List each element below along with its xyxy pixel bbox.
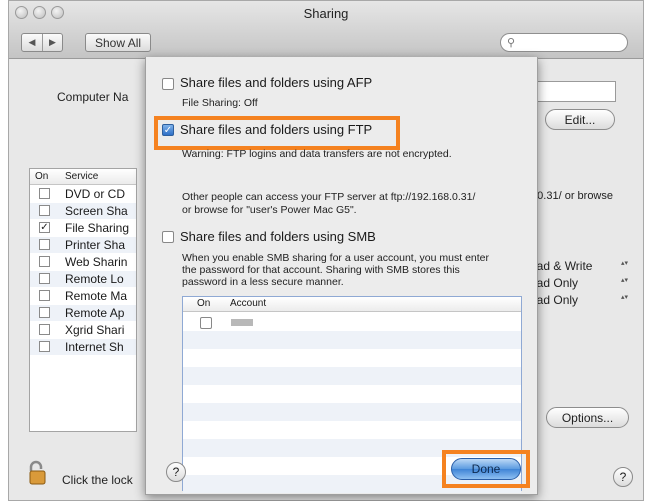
service-name: Remote Ap: [65, 306, 125, 320]
afp-status: File Sharing: Off: [182, 97, 258, 109]
permission-stepper[interactable]: ▴▾: [621, 260, 628, 267]
permission-stepper[interactable]: ▴▾: [621, 277, 628, 284]
account-row: [183, 421, 521, 439]
afp-option-label: Share files and folders using AFP: [180, 75, 373, 90]
smb-checkbox[interactable]: [162, 231, 174, 243]
show-all-button[interactable]: Show All: [85, 33, 152, 52]
service-checkbox[interactable]: [39, 273, 50, 284]
ftp-info-line-1: Other people can access your FTP server …: [182, 191, 476, 203]
smb-description-line-3: password in a less secure manner.: [182, 276, 344, 288]
computer-name-label: Computer Na: [57, 90, 129, 104]
ftp-warning: Warning: FTP logins and data transfers a…: [182, 148, 452, 160]
service-checkbox[interactable]: [39, 307, 50, 318]
account-row: [183, 385, 521, 403]
address-fragment: 8.0.31/ or browse: [528, 190, 613, 202]
options-button[interactable]: Options...: [546, 407, 629, 428]
service-row[interactable]: Internet Sh: [30, 339, 136, 355]
ftp-info-line-2: or browse for "user's Power Mac G5".: [182, 204, 357, 216]
service-name: Internet Sh: [65, 340, 124, 354]
computer-name-field[interactable]: [536, 81, 616, 102]
service-checkbox[interactable]: [39, 239, 50, 250]
service-name: Printer Sha: [65, 238, 126, 252]
account-row: [183, 331, 521, 349]
service-checkbox[interactable]: [39, 290, 50, 301]
done-button-label: Done: [471, 462, 501, 476]
service-col-service: Service: [65, 171, 99, 182]
service-name: Web Sharin: [65, 255, 128, 269]
account-name-redacted: [231, 319, 253, 326]
service-checkbox[interactable]: [39, 341, 50, 352]
forward-button[interactable]: ▶: [42, 34, 62, 51]
lock-icon[interactable]: [27, 460, 51, 486]
service-row[interactable]: Remote Ap: [30, 305, 136, 321]
afp-checkbox[interactable]: [162, 78, 174, 90]
service-checkbox[interactable]: [39, 256, 50, 267]
service-checkbox[interactable]: [39, 324, 50, 335]
service-row[interactable]: Remote Ma: [30, 288, 136, 304]
account-table-header: On Account: [183, 297, 521, 312]
file-sharing-options-sheet: Share files and folders using AFP File S…: [145, 57, 538, 495]
service-row[interactable]: Remote Lo: [30, 271, 136, 287]
service-name: Remote Lo: [65, 272, 124, 286]
account-checkbox[interactable]: [200, 317, 212, 329]
service-list: On Service DVD or CD Screen Sha ✓ File Shar…: [29, 168, 137, 432]
service-name: Screen Sha: [65, 204, 128, 218]
smb-description-line-1: When you enable SMB sharing for a user a…: [182, 252, 489, 264]
account-col-account: Account: [230, 298, 267, 309]
service-name: DVD or CD: [65, 187, 126, 201]
service-row[interactable]: Printer Sha: [30, 237, 136, 253]
smb-description-line-2: the password for that account. Sharing w…: [182, 264, 460, 276]
ftp-option-label: Share files and folders using FTP: [180, 122, 373, 137]
window-title: Sharing: [303, 6, 349, 21]
service-col-on: On: [35, 171, 49, 182]
service-checkbox[interactable]: [39, 205, 50, 216]
service-name: Xgrid Shari: [65, 323, 125, 337]
account-row: [183, 367, 521, 385]
edit-button[interactable]: Edit...: [545, 109, 615, 130]
service-checkbox[interactable]: ✓: [39, 222, 50, 233]
smb-option-label: Share files and folders using SMB: [180, 229, 376, 244]
permission-label: ead & Write: [530, 259, 593, 273]
sheet-help-button[interactable]: ?: [166, 462, 186, 482]
service-list-header: On Service: [30, 169, 136, 185]
account-col-on: On: [197, 298, 211, 309]
service-name: Remote Ma: [65, 289, 128, 303]
account-row: [183, 349, 521, 367]
title-bar: Sharing ◀ ▶ Show All ⚲: [9, 1, 643, 59]
service-row[interactable]: Screen Sha: [30, 203, 136, 219]
service-row[interactable]: Web Sharin: [30, 254, 136, 270]
ftp-checkbox[interactable]: ✓: [162, 124, 174, 136]
account-row: [183, 403, 521, 421]
sharing-window: Sharing ◀ ▶ Show All ⚲ Computer Na Edit.…: [8, 0, 644, 501]
back-forward-control: ◀ ▶: [21, 33, 63, 52]
service-checkbox[interactable]: [39, 188, 50, 199]
search-field[interactable]: ⚲: [500, 33, 628, 52]
service-row[interactable]: Xgrid Shari: [30, 322, 136, 338]
help-button[interactable]: ?: [613, 467, 633, 487]
service-row[interactable]: ✓ File Sharing: [30, 220, 136, 236]
magnifier-icon: ⚲: [507, 37, 516, 49]
service-name: File Sharing: [65, 221, 130, 235]
lock-message: Click the lock: [62, 473, 133, 487]
permission-stepper[interactable]: ▴▾: [621, 294, 628, 301]
back-button[interactable]: ◀: [22, 34, 42, 51]
done-button[interactable]: Done: [451, 458, 521, 480]
service-row[interactable]: DVD or CD: [30, 186, 136, 202]
